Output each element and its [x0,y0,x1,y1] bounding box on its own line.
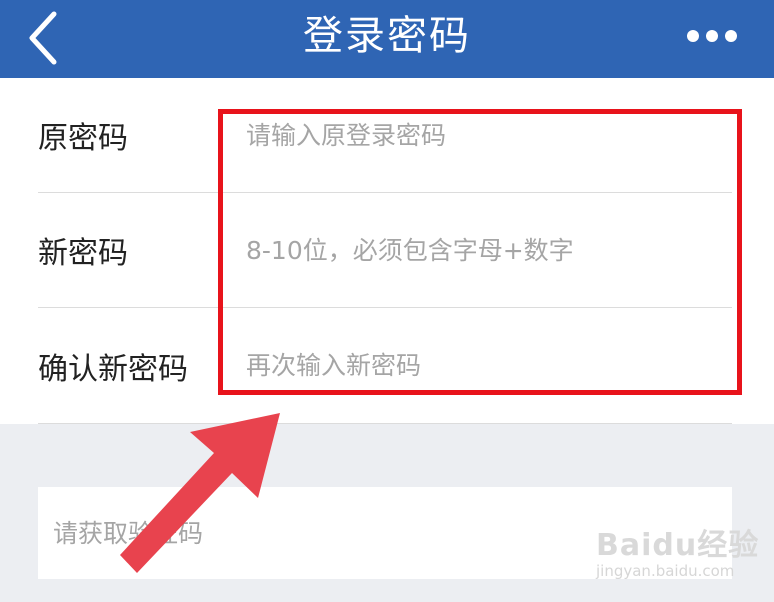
more-dots-icon [725,30,737,42]
verification-code-row [38,487,732,579]
more-dots-icon [687,30,699,42]
verification-code-input[interactable] [53,487,713,579]
page-title: 登录密码 [303,13,471,59]
old-password-row: 原密码 [38,78,732,193]
new-password-input[interactable] [246,203,726,298]
password-form: 原密码 新密码 确认新密码 [0,78,774,424]
more-options-button[interactable] [672,14,752,58]
old-password-input[interactable] [246,88,726,183]
confirm-password-label: 确认新密码 [38,351,188,387]
new-password-label: 新密码 [38,236,128,271]
more-dots-icon [706,30,718,42]
old-password-label: 原密码 [38,121,128,156]
top-nav-bar: 登录密码 [0,0,774,78]
new-password-row: 新密码 [38,193,732,308]
confirm-password-input[interactable] [246,318,726,413]
confirm-password-row: 确认新密码 [38,308,732,424]
